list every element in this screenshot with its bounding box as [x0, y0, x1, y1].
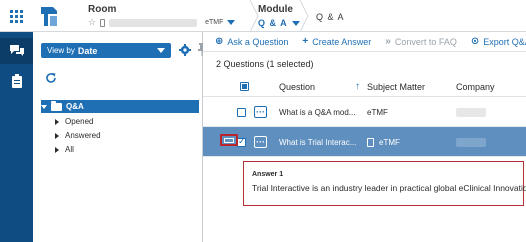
phone-icon: [100, 18, 106, 27]
subject-cell: eTMF: [367, 127, 400, 157]
tree-item-opened[interactable]: Opened: [55, 115, 195, 128]
export-qa-button[interactable]: ⊙ Export Q&A: [471, 36, 526, 47]
plus-icon: +: [302, 36, 309, 47]
room-selector[interactable]: Room ☆ eTMF: [88, 3, 248, 31]
tree-item-label: Q&A: [66, 102, 84, 111]
company-value: [456, 107, 486, 117]
clipboard-icon: [11, 74, 22, 88]
column-header-label: Question: [279, 81, 316, 92]
breadcrumb-separator-icon: [299, 0, 309, 32]
export-icon: ⊙: [470, 36, 480, 47]
subject-cell: eTMF: [367, 107, 388, 117]
star-icon[interactable]: ☆: [88, 17, 96, 28]
double-chevron-icon: »: [385, 36, 391, 47]
row-actions-button[interactable]: ···: [254, 97, 267, 127]
column-header-company[interactable]: Company: [456, 76, 495, 97]
export-qa-label: Export Q&A: [483, 36, 526, 47]
select-all-checkbox[interactable]: [240, 76, 249, 97]
tree-item-label: All: [65, 145, 74, 154]
company-value: [456, 137, 486, 147]
module-label: Module: [258, 4, 293, 15]
convert-to-faq-label: Convert to FAQ: [394, 36, 457, 47]
grid-icon: [10, 9, 23, 23]
refresh-icon[interactable]: [45, 72, 57, 84]
company-cell: [456, 97, 486, 127]
row-checkbox[interactable]: [237, 97, 246, 127]
view-by-value: Date: [77, 45, 98, 56]
folder-tree-panel: View by Date Q&A Opened Answered All: [33, 32, 206, 242]
room-name: [109, 18, 198, 27]
column-header-label: Subject Matter: [367, 81, 426, 92]
app-logo: [41, 7, 57, 26]
view-by-label: View by: [47, 46, 75, 55]
ellipsis-icon: ···: [254, 106, 267, 118]
row-checkbox[interactable]: [237, 127, 246, 157]
checkbox-icon: [237, 107, 246, 117]
document-icon: [367, 137, 374, 147]
answer-title: Answer 1: [252, 171, 284, 178]
room-tag: eTMF: [205, 19, 224, 26]
ask-question-label: Ask a Question: [227, 36, 289, 47]
gear-icon[interactable]: [179, 44, 191, 56]
toolbar: ⊕ Ask a Question + Create Answer » Conve…: [203, 32, 526, 52]
tree-item-label: Opened: [65, 117, 94, 126]
company-cell: [456, 127, 486, 157]
top-bar: Room ☆ eTMF Module Q & A Q & A: [0, 0, 526, 32]
tree-item-answered[interactable]: Answered: [55, 129, 195, 142]
expand-arrow-icon[interactable]: [55, 146, 59, 153]
table-row[interactable]: ··· What is a Q&A mod... eTMF: [203, 97, 526, 127]
column-header-question[interactable]: Question ↑: [279, 76, 360, 97]
expand-arrow-icon[interactable]: [55, 118, 59, 125]
create-answer-label: Create Answer: [312, 36, 372, 47]
expand-arrow-icon[interactable]: [55, 132, 59, 139]
table-row-selected[interactable]: ··· What is Trial Interac... eTMF: [203, 127, 526, 157]
create-answer-button[interactable]: + Create Answer: [302, 36, 371, 47]
ask-question-button[interactable]: ⊕ Ask a Question: [215, 36, 288, 47]
question-cell: What is Trial Interac...: [279, 137, 357, 147]
checkbox-icon: [240, 82, 249, 91]
row-actions-button[interactable]: ···: [254, 127, 267, 157]
expand-row-button[interactable]: [220, 134, 238, 146]
sort-up-icon[interactable]: ↑: [355, 81, 360, 92]
plus-icon: ⊕: [215, 36, 224, 47]
subject-value: eTMF: [379, 137, 400, 147]
rail-documents-button[interactable]: [0, 68, 33, 94]
folder-icon: [51, 100, 62, 111]
ellipsis-icon: ···: [254, 136, 267, 148]
room-label: Room: [88, 4, 117, 15]
rail-qa-button[interactable]: [0, 38, 33, 64]
expand-icon: [224, 137, 234, 143]
tree-item-all[interactable]: All: [55, 143, 195, 156]
page-title: Q & A: [316, 12, 345, 22]
nav-rail: [0, 32, 33, 242]
expand-arrow-icon[interactable]: [41, 104, 47, 109]
question-cell: What is a Q&A mod...: [279, 107, 356, 117]
chevron-down-icon: [157, 48, 165, 53]
column-header-label: Company: [456, 81, 495, 92]
checkbox-checked-icon: [237, 136, 246, 147]
selection-count: 2 Questions (1 selected): [216, 59, 314, 69]
room-dropdown-icon[interactable]: [227, 20, 236, 25]
main-panel: ⊕ Ask a Question + Create Answer » Conve…: [203, 32, 526, 242]
app-launcher-button[interactable]: [0, 0, 33, 32]
convert-to-faq-button[interactable]: » Convert to FAQ: [385, 36, 457, 47]
tree-item-label: Answered: [65, 131, 101, 140]
view-by-dropdown[interactable]: View by Date: [41, 43, 171, 58]
table-header: Question ↑ Subject Matter Company: [203, 76, 526, 97]
tree-item-qa[interactable]: Q&A: [41, 100, 199, 113]
answer-text: Trial Interactive is an industry leader …: [252, 183, 526, 193]
answer-panel: Answer 1 Trial Interactive is an industr…: [243, 161, 526, 206]
chat-icon: [9, 45, 24, 56]
module-value: Q & A: [258, 18, 288, 28]
column-header-subject[interactable]: Subject Matter: [367, 76, 425, 97]
